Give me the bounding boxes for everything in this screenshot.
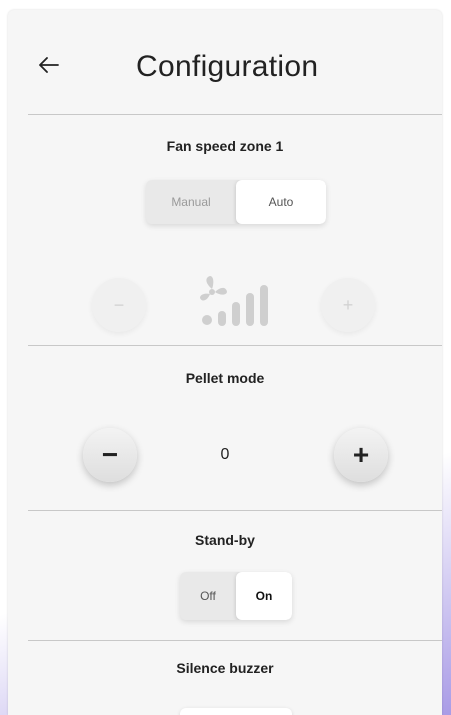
fan-mode-auto[interactable]: Auto xyxy=(236,180,326,224)
fan-speed-title: Fan speed zone 1 xyxy=(166,138,284,154)
divider xyxy=(28,510,442,511)
fan-mode-manual[interactable]: Manual xyxy=(146,180,236,224)
back-arrow-icon xyxy=(39,57,59,73)
divider xyxy=(28,114,442,115)
silence-buzzer-toggle[interactable] xyxy=(180,708,292,715)
standby-off[interactable]: Off xyxy=(180,572,236,620)
divider xyxy=(28,640,442,641)
fan-speed-minus-button[interactable]: − xyxy=(92,278,146,332)
header: Configuration xyxy=(8,10,442,114)
standby-title: Stand-by xyxy=(195,532,255,548)
minus-icon: − xyxy=(113,294,125,315)
pellet-mode-title: Pellet mode xyxy=(185,370,265,386)
page-title: Configuration xyxy=(136,50,319,83)
standby-toggle: Off On xyxy=(180,572,292,620)
plus-icon: + xyxy=(342,294,354,315)
standby-on[interactable]: On xyxy=(236,572,292,620)
plus-icon: + xyxy=(352,439,370,470)
back-button[interactable] xyxy=(38,54,60,76)
divider xyxy=(28,345,442,346)
fan-speed-icon xyxy=(200,276,268,326)
fan-speed-plus-button[interactable]: + xyxy=(321,278,375,332)
configuration-panel: Configuration Fan speed zone 1 Manual Au… xyxy=(8,10,442,715)
pellet-plus-button[interactable]: + xyxy=(334,428,388,482)
fan-mode-toggle: Manual Auto xyxy=(146,180,326,224)
silence-buzzer-title: Silence buzzer xyxy=(176,660,274,676)
